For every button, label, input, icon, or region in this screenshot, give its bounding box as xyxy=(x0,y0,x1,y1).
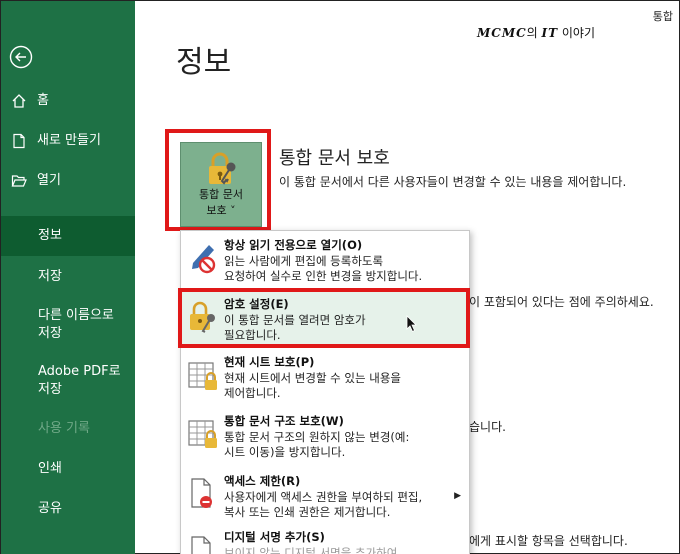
sidebar-item-label: 저장 xyxy=(38,269,62,284)
menu-item-restrict-access[interactable]: 액세스 제한(R) 사용자에게 액세스 권한을 부여하되 편집, 복사 또는 인… xyxy=(181,469,469,525)
protect-workbook-menu: 항상 읽기 전용으로 열기(O) 읽는 사람에게 편집에 등록하도록 요청하여 … xyxy=(180,230,470,554)
watermark-brand: MCMC의 IT 이야기 xyxy=(477,26,596,40)
menu-item-desc: 시트 이동)을 방지합니다. xyxy=(224,445,346,459)
new-document-icon xyxy=(13,133,25,149)
sidebar-item-label-line2: 저장 xyxy=(38,382,62,397)
sidebar-item-label: Adobe PDF로 xyxy=(38,364,121,379)
open-folder-icon xyxy=(11,175,27,187)
menu-item-protect-sheet[interactable]: 현재 시트 보호(P) 현재 시트에서 변경할 수 있는 내용을 제어합니다. xyxy=(181,352,469,408)
highlight-box xyxy=(178,288,470,348)
sidebar-item-label: 공유 xyxy=(38,501,62,516)
restrict-access-icon xyxy=(191,478,212,508)
sidebar-item-save[interactable]: 저장 xyxy=(1,267,135,287)
sidebar-item-save-as[interactable]: 다른 이름으로 저장 xyxy=(1,307,135,343)
backstage-sidebar: 홈 새로 만들기 열기 정보 저장 다른 이름으로 저장 Adobe PDF로 … xyxy=(1,1,135,554)
background-text: 에게 표시할 항목을 선택합니다. xyxy=(469,534,628,548)
menu-item-desc: 복사 또는 인쇄 권한은 제거합니다. xyxy=(224,505,391,519)
sidebar-item-label: 인쇄 xyxy=(38,461,62,476)
sidebar-item-info[interactable]: 정보 xyxy=(1,216,135,256)
menu-item-desc: 보이지 않는 디지털 서명을 추가하여 xyxy=(224,546,398,554)
sidebar-item-label: 정보 xyxy=(38,228,62,243)
mouse-cursor-icon xyxy=(406,315,417,333)
menu-item-desc: 사용자에게 액세스 권한을 부여하되 편집, xyxy=(224,490,423,504)
sidebar-item-new[interactable]: 새로 만들기 xyxy=(1,131,135,151)
page-title: 정보 xyxy=(176,45,232,80)
sidebar-item-label-line2: 저장 xyxy=(38,326,62,341)
sidebar-item-label: 홈 xyxy=(37,93,49,108)
home-icon xyxy=(12,94,26,108)
lock-key-icon xyxy=(209,152,236,185)
workbook-structure-lock-icon xyxy=(188,420,217,448)
pencil-no-icon xyxy=(192,245,216,274)
menu-item-title: 액세스 제한(R) xyxy=(224,474,301,488)
sidebar-item-label: 다른 이름으로 xyxy=(38,308,114,323)
submenu-arrow-icon: ▶ xyxy=(454,491,461,501)
back-arrow-icon[interactable] xyxy=(9,45,33,69)
menu-item-title: 디지털 서명 추가(S) xyxy=(224,530,325,544)
protect-button-label-line2: 보호 ˅ xyxy=(206,204,236,217)
menu-item-desc: 현재 시트에서 변경할 수 있는 내용을 xyxy=(224,371,401,385)
sidebar-item-share[interactable]: 공유 xyxy=(1,499,135,519)
background-text: 이 포함되어 있다는 점에 주의하세요. xyxy=(469,295,654,309)
sidebar-item-open[interactable]: 열기 xyxy=(1,171,135,191)
section-description: 이 통합 문서에서 다른 사용자들이 변경할 수 있는 내용을 제어합니다. xyxy=(279,175,627,189)
window-title-fragment: 통합 xyxy=(652,10,673,23)
section-title: 통합 문서 보호 xyxy=(279,148,390,169)
protect-button-label: 통합 문서 xyxy=(199,188,243,201)
protect-workbook-button[interactable]: 통합 문서 보호 ˅ xyxy=(180,142,262,227)
sidebar-item-print[interactable]: 인쇄 xyxy=(1,459,135,479)
sidebar-item-label: 사용 기록 xyxy=(38,421,90,436)
menu-item-title: 현재 시트 보호(P) xyxy=(224,355,315,369)
menu-item-protect-workbook-structure[interactable]: 통합 문서 구조 보호(W) 통합 문서 구조의 원하지 않는 변경(예: 시트… xyxy=(181,410,469,466)
menu-item-add-digital-signature[interactable]: 디지털 서명 추가(S) 보이지 않는 디지털 서명을 추가하여 xyxy=(181,527,469,554)
menu-item-title: 통합 문서 구조 보호(W) xyxy=(224,414,344,428)
signature-icon xyxy=(191,536,211,554)
menu-item-desc: 읽는 사람에게 편집에 등록하도록 xyxy=(224,254,384,268)
menu-item-title: 항상 읽기 전용으로 열기(O) xyxy=(224,238,363,252)
sheet-lock-icon xyxy=(188,362,217,390)
background-text: 습니다. xyxy=(469,420,506,434)
menu-item-desc: 요청하여 실수로 인한 변경을 방지합니다. xyxy=(224,269,423,283)
menu-item-desc: 통합 문서 구조의 원하지 않는 변경(예: xyxy=(224,430,410,444)
sidebar-item-home[interactable]: 홈 xyxy=(1,91,135,111)
sidebar-item-save-as-pdf[interactable]: Adobe PDF로 저장 xyxy=(1,363,135,399)
menu-item-always-read-only[interactable]: 항상 읽기 전용으로 열기(O) 읽는 사람에게 편집에 등록하도록 요청하여 … xyxy=(181,233,469,289)
sidebar-item-label: 새로 만들기 xyxy=(37,133,101,148)
sidebar-item-history: 사용 기록 xyxy=(1,419,135,439)
sidebar-item-label: 열기 xyxy=(37,173,61,188)
menu-item-desc: 제어합니다. xyxy=(224,386,281,400)
